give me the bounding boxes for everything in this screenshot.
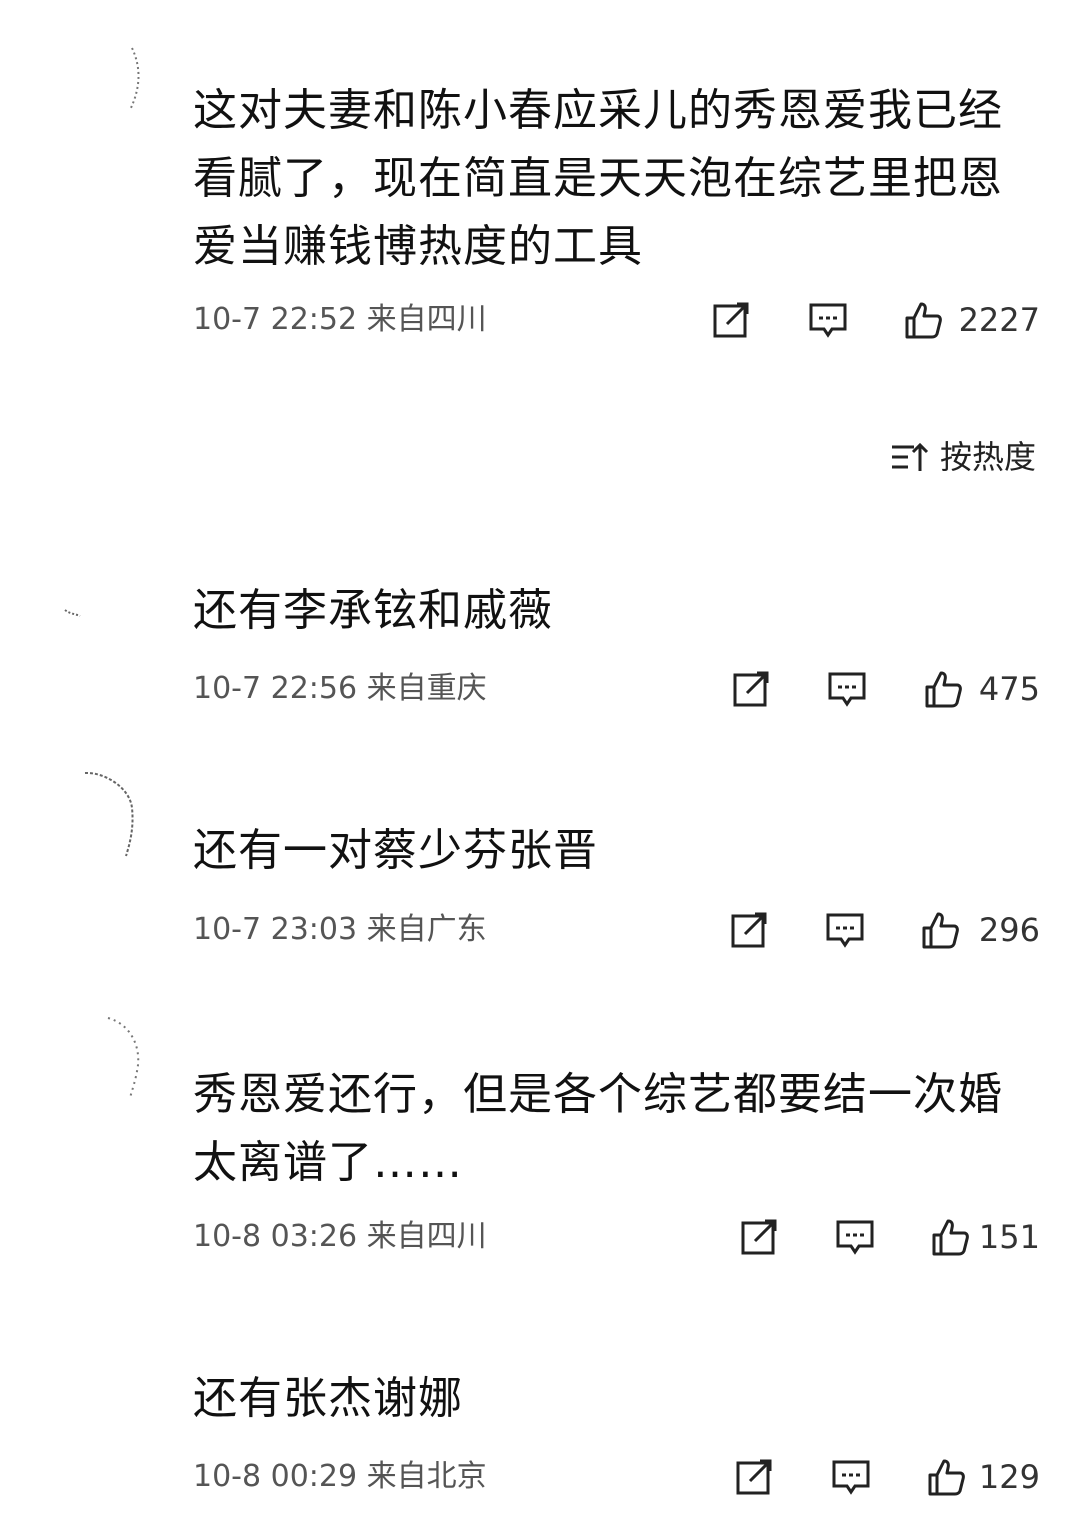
- share-icon[interactable]: [729, 910, 769, 950]
- avatar[interactable]: [60, 768, 150, 858]
- comment-time-location: 10-8 00:29 来自北京: [193, 1459, 487, 1494]
- share-icon[interactable]: [711, 300, 751, 340]
- share-icon[interactable]: [734, 1457, 774, 1497]
- comment-text: 还有张杰谢娜: [193, 1373, 463, 1424]
- comment-meta: 10-8 03:26 来自四川 151: [193, 1215, 1043, 1259]
- comment-icon[interactable]: [831, 1457, 871, 1497]
- like-count: 475: [978, 670, 1040, 708]
- like-count: 151: [978, 1218, 1040, 1256]
- like-count: 2227: [958, 301, 1040, 339]
- avatar[interactable]: [60, 40, 150, 130]
- thumbs-up-icon[interactable]: [926, 1457, 966, 1497]
- comment-meta: 10-7 23:03 来自广东 296: [193, 908, 1043, 952]
- comment-text: 秀恩爱还行，但是各个综艺都要结一次婚太离谱了……: [193, 1069, 1003, 1188]
- comment-text: 还有李承铉和戚薇: [193, 585, 553, 636]
- comment-meta: 10-7 22:52 来自四川 2227: [193, 298, 1043, 342]
- comment-meta: 10-8 00:29 来自北京 129: [193, 1455, 1043, 1499]
- comment-icon[interactable]: [827, 669, 867, 709]
- thumbs-up-icon[interactable]: [923, 669, 963, 709]
- comment-text: 这对夫妻和陈小春应采儿的秀恩爱我已经看腻了，现在简直是天天泡在综艺里把恩爱当赚钱…: [193, 85, 1003, 272]
- thumbs-up-icon[interactable]: [903, 300, 943, 340]
- sort-label: 按热度: [940, 438, 1037, 476]
- sort-by-hot-button[interactable]: 按热度: [890, 435, 1050, 479]
- comment-time-location: 10-8 03:26 来自四川: [193, 1219, 487, 1254]
- comment-text: 还有一对蔡少芬张晋: [193, 825, 598, 876]
- comment-meta: 10-7 22:56 来自重庆 475: [193, 667, 1043, 711]
- share-icon[interactable]: [731, 669, 771, 709]
- comment-icon[interactable]: [835, 1217, 875, 1257]
- thumbs-up-icon[interactable]: [930, 1217, 970, 1257]
- avatar[interactable]: [60, 1010, 150, 1100]
- avatar[interactable]: [60, 580, 150, 670]
- sort-icon: [890, 439, 930, 475]
- avatar[interactable]: [60, 1365, 150, 1455]
- comment-time-location: 10-7 22:56 来自重庆: [193, 671, 487, 706]
- comment-icon[interactable]: [808, 300, 848, 340]
- comment-time-location: 10-7 23:03 来自广东: [193, 912, 487, 947]
- like-count: 129: [978, 1458, 1040, 1496]
- thumbs-up-icon[interactable]: [920, 910, 960, 950]
- like-count: 296: [978, 911, 1040, 949]
- share-icon[interactable]: [739, 1217, 779, 1257]
- comment-time-location: 10-7 22:52 来自四川: [193, 302, 487, 337]
- comment-icon[interactable]: [825, 910, 865, 950]
